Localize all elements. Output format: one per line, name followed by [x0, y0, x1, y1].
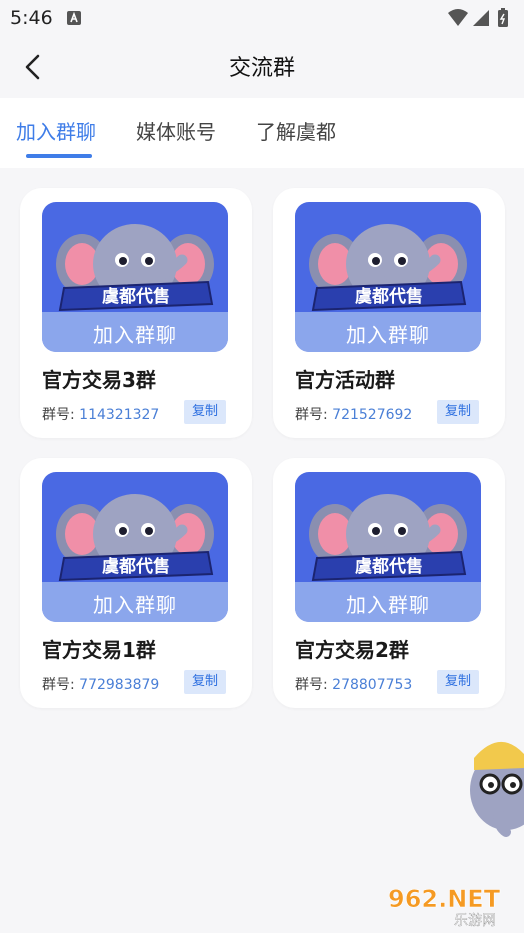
- header: 交流群: [0, 36, 524, 98]
- watermark-brand: 962.NET: [388, 885, 501, 913]
- copy-button[interactable]: 复制: [437, 670, 479, 694]
- group-number-label: 群号:: [295, 407, 328, 423]
- copy-button[interactable]: 复制: [184, 400, 226, 424]
- group-card-image: 虞都代售 加入群聊: [295, 472, 481, 622]
- group-number: 278807753: [332, 677, 413, 693]
- group-card-image: 虞都代售 加入群聊: [295, 202, 481, 352]
- group-number-row: 群号: 278807753: [295, 674, 412, 694]
- signal-icon: [473, 10, 489, 26]
- group-number-row: 群号: 114321327: [42, 404, 159, 424]
- tab-bar: 加入群聊 媒体账号 了解虞都: [0, 98, 524, 168]
- image-overlay-text: 加入群聊: [93, 323, 177, 347]
- group-number-label: 群号:: [295, 677, 328, 693]
- image-banner-text: 虞都代售: [102, 556, 170, 577]
- image-overlay-text: 加入群聊: [346, 323, 430, 347]
- group-card-title: 官方交易3群: [42, 368, 156, 392]
- wifi-icon: [448, 9, 468, 26]
- group-card[interactable]: 虞都代售 加入群聊 官方交易2群 群号: 278807753 复制: [273, 458, 505, 708]
- status-time: 5:46: [10, 7, 53, 29]
- group-number-label: 群号:: [42, 677, 75, 693]
- tab-media-accounts[interactable]: 媒体账号: [136, 116, 216, 145]
- watermark-sub: 乐游网: [454, 913, 496, 929]
- group-card[interactable]: 虞都代售 加入群聊 官方交易3群 群号: 114321327 复制: [20, 188, 252, 438]
- group-card[interactable]: 虞都代售 加入群聊 官方交易1群 群号: 772983879 复制: [20, 458, 252, 708]
- watermark-logo: 962.NET 乐游网: [388, 885, 501, 929]
- image-banner-text: 虞都代售: [102, 286, 170, 307]
- page-title: 交流群: [228, 56, 295, 81]
- group-card-image: 虞都代售 加入群聊: [42, 202, 228, 352]
- status-bar: 5:46: [0, 0, 524, 36]
- group-number-row: 群号: 772983879: [42, 674, 159, 694]
- floating-mascot-icon[interactable]: [460, 728, 524, 838]
- group-card-title: 官方活动群: [295, 368, 395, 392]
- group-number: 114321327: [79, 407, 160, 423]
- notification-a-icon: [67, 11, 81, 25]
- group-number-label: 群号:: [42, 407, 75, 423]
- group-number: 721527692: [332, 407, 413, 423]
- tab-active-indicator: [26, 154, 92, 158]
- group-card[interactable]: 虞都代售 加入群聊 官方活动群 群号: 721527692 复制: [273, 188, 505, 438]
- group-number: 772983879: [79, 677, 160, 693]
- group-card-title: 官方交易1群: [42, 638, 156, 662]
- group-card-title: 官方交易2群: [295, 638, 409, 662]
- tab-join-group[interactable]: 加入群聊: [16, 116, 96, 145]
- copy-button[interactable]: 复制: [437, 400, 479, 424]
- image-banner-text: 虞都代售: [355, 286, 423, 307]
- copy-button[interactable]: 复制: [184, 670, 226, 694]
- status-icons: [448, 8, 508, 27]
- group-number-row: 群号: 721527692: [295, 404, 412, 424]
- image-banner-text: 虞都代售: [355, 556, 423, 577]
- image-overlay-text: 加入群聊: [346, 593, 430, 617]
- tab-about-yudu[interactable]: 了解虞都: [256, 116, 336, 145]
- group-card-image: 虞都代售 加入群聊: [42, 472, 228, 622]
- image-overlay-text: 加入群聊: [93, 593, 177, 617]
